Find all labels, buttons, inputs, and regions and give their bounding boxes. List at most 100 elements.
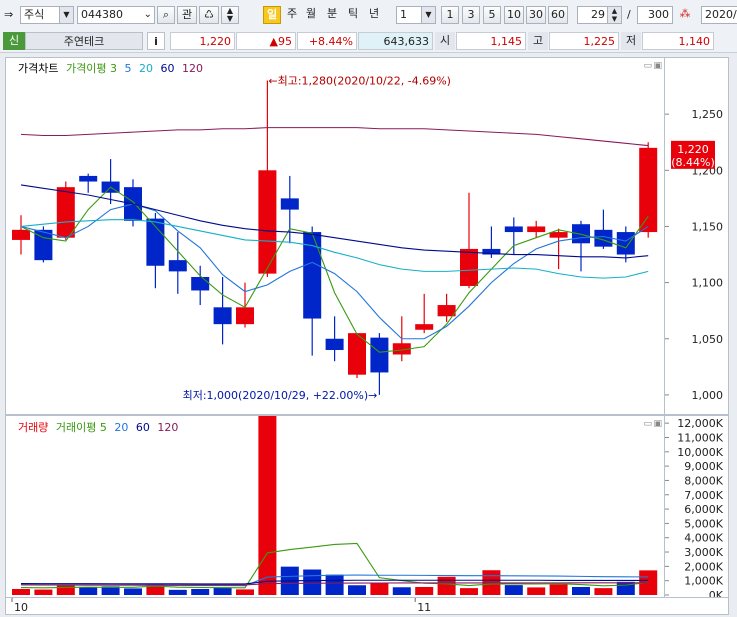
last-price-percent: (8.44%) [671,156,715,169]
count-total-value: 300 [648,8,669,21]
volume-tick-label: 7,000K [684,489,723,502]
volume-bar [348,585,366,595]
chevron-down-icon[interactable]: ▼ [421,7,435,23]
volume-tick-label: 10,000K [677,446,723,459]
candle-body [370,337,389,373]
volume-tick-label: 11,000K [677,431,723,444]
legend-volume: 거래량 [18,421,49,434]
legend-vol-ma60: 60 [135,421,150,434]
login-arrow-icon[interactable]: ⇒ [4,8,13,21]
chevron-down-icon[interactable]: ▼ [59,7,73,23]
grid-settings-icon[interactable]: ⁂ [676,6,694,24]
date-input[interactable]: 2020/ [701,6,737,24]
candle-body [616,232,635,255]
volume-bar [325,574,344,595]
date-value: 2020/ [705,8,737,21]
volume-chart-plot[interactable] [6,416,664,597]
volume-value: 643,633 [358,32,433,50]
interval-30-button[interactable]: 30 [526,6,546,24]
max-price-annotation: ←최고:1,280(2020/10/22, -4.69%) [268,74,451,87]
volume-bar [572,586,590,595]
candle-body [258,170,277,274]
recycle-icon[interactable]: ♺ [199,6,219,24]
volume-bar [303,569,322,595]
stock-code-input[interactable]: 044380 ⌄ [77,6,155,24]
volume-bar [191,588,210,595]
candle-body [572,224,590,244]
volume-tick-label: 8,000K [684,474,723,487]
candle-body [549,232,568,238]
volume-bar [236,589,254,595]
volume-axis: 0K 1,000K 2,000K 3,000K 4,000K 5,000K 6,000K 7,… [665,415,729,602]
info-button[interactable]: i [147,32,165,50]
stepper-icon[interactable]: ▲ ▼ [221,6,239,24]
volume-bar [258,416,277,595]
price-tick-label: 1,050 [692,333,724,346]
volume-tick-label: 12,000K [677,417,723,430]
candle-body [236,307,254,325]
chevron-down-icon[interactable]: ⌄ [144,7,152,23]
volume-tick-label: 0K [709,589,724,597]
legend-ma5: 5 [124,62,132,75]
volume-bar [79,587,98,595]
interval-5-button[interactable]: 5 [483,6,501,24]
stock-name: 주연테크 [25,32,143,50]
interval-10-button[interactable]: 10 [504,6,524,24]
minimize-icon[interactable]: ▭ [643,419,652,429]
price-axis-labels: 1,0001,0501,1001,1501,2001,2501,220(8.44… [665,108,724,402]
price-tick-label: 1,250 [692,108,724,121]
volume-axis-labels: 0K1,000K 2,000K3,000K4,000K 5,000K6,000K7,… [665,417,724,602]
period-month-button[interactable]: 월 [302,6,320,24]
period-minute-button[interactable]: 분 [323,6,341,24]
volume-bar [392,587,411,595]
candle-body [415,324,434,330]
search-icon[interactable]: ⌕ [157,6,175,24]
interval-3-button[interactable]: 3 [462,6,480,24]
volume-bar [504,585,523,595]
minimize-icon[interactable]: ▭ [643,61,652,71]
price-tick-label: 1,100 [692,277,724,290]
volume-chart-panel[interactable]: 거래량 거래이평 5 20 60 120 ▭ ▣ [5,415,665,598]
period-tick-button[interactable]: 틱 [344,6,362,24]
volume-tick-label: 3,000K [684,546,723,559]
legend-vol-ma120: 120 [157,421,179,434]
volume-tick-label: 2,000K [684,560,723,573]
interval-1-button[interactable]: 1 [441,6,459,24]
candle-body [12,229,30,240]
count-total-input[interactable]: 300 [637,6,673,24]
date-axis-labels: 10 11 [11,598,431,614]
open-label: 시 [435,32,455,50]
interval-select[interactable]: 1 ▼ [396,6,436,24]
volume-bar [460,588,478,595]
candle-body [280,198,299,210]
legend-vol-ma20: 20 [114,421,129,434]
volume-bar [12,588,30,595]
volume-tick-label: 9,000K [684,460,723,473]
price-chart-plot[interactable]: ←최고:1,280(2020/10/22, -4.69%) 최저:1,000(20… [6,58,664,414]
legend-ma20: 20 [138,62,153,75]
related-button[interactable]: 관 [177,6,197,24]
last-price-label: 1,220 [677,143,709,156]
period-year-button[interactable]: 년 [365,6,383,24]
open-price: 1,145 [456,32,526,50]
candle-body [168,260,187,272]
maximize-icon[interactable]: ▣ [653,61,662,71]
candle-body [460,248,478,286]
interval-60-button[interactable]: 60 [548,6,568,24]
legend-price-chart: 가격차트 [18,62,59,75]
volume-bar [124,588,142,595]
volume-bar [594,588,613,595]
count-stepper-icon[interactable]: ▲ ▼ [607,7,621,23]
volume-bar [56,584,75,595]
period-day-button[interactable]: 일 [263,6,281,24]
count-input[interactable]: 29 ▲ ▼ [577,6,622,24]
legend-ma60: 60 [160,62,175,75]
market-select[interactable]: 주식 ▼ [20,6,74,24]
price-chart-panel[interactable]: ←최고:1,280(2020/10/22, -4.69%) 최저:1,000(20… [5,57,665,415]
maximize-icon[interactable]: ▣ [653,419,662,429]
period-week-button[interactable]: 주 [283,6,301,24]
legend-vol-ma5: 거래이평 5 [55,421,107,434]
price-change: ▲95 [236,32,296,50]
volume-bar [168,589,187,595]
volume-tick-label: 5,000K [684,517,723,530]
